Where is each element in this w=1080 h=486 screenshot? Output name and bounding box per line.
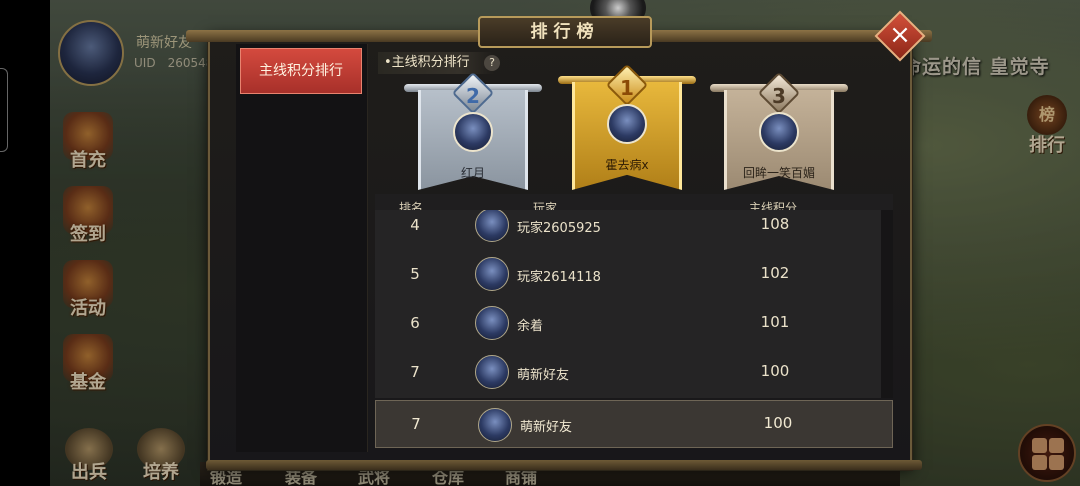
row-score: 108	[760, 215, 790, 233]
table-row[interactable]: 5 玩家2614118 102	[375, 251, 881, 300]
avatar	[759, 112, 799, 152]
my-player-name: 萌新好友	[520, 420, 573, 435]
podium-name: 红月	[460, 166, 485, 180]
row-player: 余着	[517, 319, 544, 334]
row-rank: 4	[410, 216, 420, 234]
tab-main-score-ranking[interactable]: 主线积分排行	[240, 48, 362, 94]
my-rank: 7	[411, 415, 421, 433]
dialog-title-plate: 排行榜	[478, 16, 652, 48]
my-rank-row: 7 萌新好友 100	[375, 400, 893, 448]
rank-number: 2	[466, 83, 480, 108]
table-row[interactable]: 7 萌新好友 100	[375, 349, 881, 398]
avatar	[478, 408, 512, 442]
table-row[interactable]: 6 余着 101	[375, 300, 881, 349]
podium-name: 回眸一笑百媚	[742, 166, 815, 180]
row-score: 102	[760, 264, 790, 282]
podium-name: 霍去病x	[605, 158, 649, 172]
avatar	[475, 257, 509, 291]
device-notch	[0, 68, 8, 152]
avatar	[475, 355, 509, 389]
close-icon: ×	[889, 20, 911, 50]
podium-rank-3[interactable]: 3 回眸一笑百媚	[710, 71, 848, 190]
avatar	[607, 104, 647, 144]
list-scrollbar[interactable]	[881, 210, 893, 398]
row-rank: 7	[410, 363, 420, 381]
help-icon[interactable]: ?	[484, 55, 500, 71]
avatar	[475, 210, 509, 242]
row-rank: 6	[410, 314, 420, 332]
row-player: 玩家2605925	[517, 221, 601, 236]
row-score: 100	[760, 362, 790, 380]
dialog-title: 排行榜	[530, 22, 600, 42]
ranking-list[interactable]: 4 玩家2605925 108 5 玩家2614118 102 6 余着 101…	[375, 210, 881, 398]
avatar	[475, 306, 509, 340]
podium-rank-1[interactable]: 1 霍去病x	[558, 63, 696, 190]
row-score: 101	[760, 313, 790, 331]
rank-number: 3	[772, 83, 786, 108]
row-player: 玩家2614118	[517, 270, 601, 285]
section-label: •主线积分排行	[378, 52, 494, 74]
dialog-bottom-rail	[206, 460, 922, 470]
podium-rank-2[interactable]: 2 红月	[404, 71, 542, 190]
row-player: 萌新好友	[517, 368, 570, 383]
table-row[interactable]: 4 玩家2605925 108	[375, 210, 881, 251]
tab-column	[236, 44, 368, 452]
my-score: 100	[763, 414, 793, 432]
row-rank: 5	[410, 265, 420, 283]
avatar	[453, 112, 493, 152]
rank-number: 1	[620, 75, 634, 100]
